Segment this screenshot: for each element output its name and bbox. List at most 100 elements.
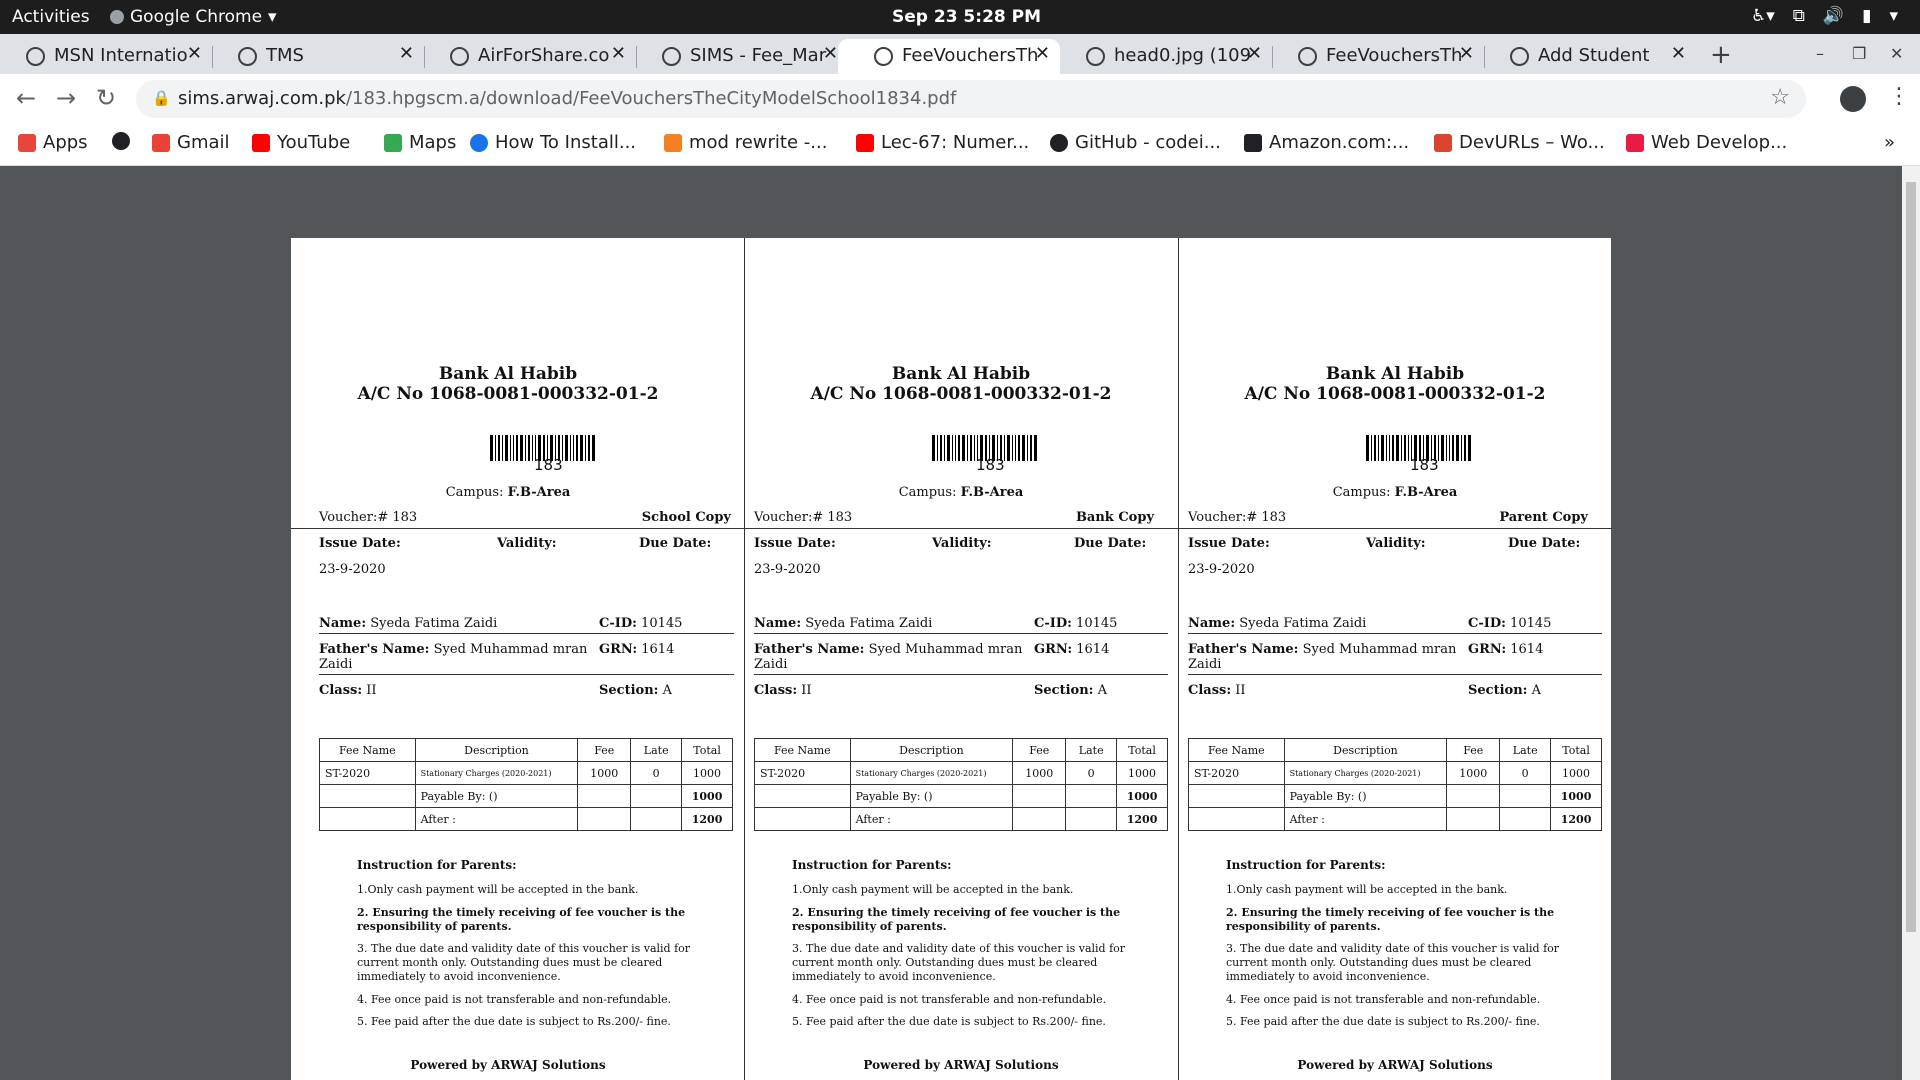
menu-kebab-icon[interactable]: ⋮ [1888,84,1910,109]
barcode-bar [1378,435,1379,461]
bookmark-star-icon[interactable]: ☆ [1770,85,1790,110]
table-row: ST-2020 Stationary Charges (2020-2021) 100… [319,761,733,785]
reload-button[interactable]: ↻ [96,84,116,112]
tab-close-icon[interactable]: ✕ [1035,43,1050,64]
barcode-number: 183 [534,456,563,474]
tab-close-icon[interactable]: ✕ [399,43,414,64]
back-button[interactable]: ← [16,84,36,112]
profile-avatar[interactable] [1840,86,1866,112]
barcode-bar [565,435,568,461]
bookmark-mod-rewrite[interactable]: mod rewrite -... [664,132,827,153]
chevron-down-icon[interactable]: ▾ [1889,6,1898,26]
tab-close-icon[interactable]: ✕ [611,43,626,64]
tab-favicon-icon [874,47,893,66]
campus: Campus: F.B-Area [291,485,725,500]
tab-1[interactable]: MSN Internatio ✕ [0,39,212,74]
bookmark-maps[interactable]: Maps [384,132,456,153]
bookmark-gmail[interactable]: Gmail [152,132,230,153]
bookmark-amazon-com[interactable]: Amazon.com:... [1244,132,1409,153]
pdf-scrollbar[interactable] [1902,166,1920,1080]
father-name-value-2: Zaidi [1188,657,1222,672]
new-tab-button[interactable]: + [1710,40,1732,70]
bookmark-globe[interactable] [112,132,130,150]
tab-title: AirForShare.co [478,45,610,66]
tab-8[interactable]: Add Student ✕ [1484,39,1696,74]
late-cell: 0 [1499,761,1552,785]
late-cell: 0 [630,761,683,785]
bookmark-web-develop[interactable]: Web Develop... [1626,132,1787,153]
header-divider [1178,528,1612,529]
tab-favicon-icon [26,47,45,66]
volume-icon[interactable]: 🔊 [1823,6,1844,26]
minimize-button[interactable]: – [1816,44,1824,63]
url-text[interactable]: sims.arwaj.com.pk/183.hpgscm.a/download/… [178,88,956,109]
devurls-icon [1434,133,1452,152]
tab-2[interactable]: TMS ✕ [212,39,424,74]
tab-5[interactable]: FeeVouchersTh ✕ [838,39,1060,74]
tab-close-icon[interactable]: ✕ [187,43,202,64]
youtube-icon [252,133,270,152]
father-name-label: Father's Name: [1188,642,1299,657]
column-header: Fee [1012,738,1067,762]
barcode-bar [1456,435,1459,461]
bookmark-github-codei[interactable]: GitHub - codei... [1050,132,1221,153]
total-cell: 1000 [1550,761,1602,785]
section-value: A [1097,683,1107,698]
fee-name-cell: ST-2020 [1188,761,1285,785]
bookmark-how-to-install[interactable]: How To Install... [470,132,636,153]
column-header: Fee Name [319,738,416,762]
close-window-button[interactable]: ✕ [1890,44,1903,63]
bookmark-lec-67-numer[interactable]: Lec-67: Numer... [856,132,1029,153]
tab-close-icon[interactable]: ✕ [1247,43,1262,64]
refresh-blue-icon [470,133,488,152]
empty-cell [577,784,632,808]
copy-label: School Copy [641,510,731,525]
bookmark-label: Web Develop... [1651,132,1788,153]
restore-button[interactable]: ❐ [1852,44,1866,63]
maps-pin-icon [384,133,402,152]
validity-label: Validity: [497,536,557,551]
class-value: II [1235,683,1246,698]
tab-6[interactable]: head0.jpg (109 ✕ [1060,39,1272,74]
battery-icon[interactable]: ▮ [1862,6,1871,26]
voucher-copy-2: Bank Al Habib A/C No 1068-0081-000332-01-… [744,238,1178,1080]
total-cell: 1000 [681,761,733,785]
tab-3[interactable]: AirForShare.co ✕ [424,39,636,74]
payable-by-cell: Payable By: () [849,784,1014,808]
grn-label: GRN: [1034,642,1073,657]
lock-icon[interactable]: 🔒 [152,89,171,107]
tab-close-icon[interactable]: ✕ [1671,43,1686,64]
class-label: Class: [319,683,363,698]
bookmark-apps[interactable]: Apps [18,132,88,153]
bookmarks-overflow-button[interactable]: » [1884,132,1895,153]
tab-close-icon[interactable]: ✕ [1459,43,1474,64]
bookmark-devurls-wo[interactable]: DevURLs – Wo... [1434,132,1605,153]
accessibility-icon[interactable]: ♿▾ [1751,6,1775,26]
barcode-bar [580,435,583,461]
forward-button[interactable]: → [56,84,76,112]
clock[interactable]: Sep 23 5:28 PM [892,7,1041,27]
activities-button[interactable]: Activities [12,7,90,27]
column-header: Total [1116,738,1168,762]
tab-7[interactable]: FeeVouchersTh ✕ [1272,39,1484,74]
instruction-item: 5. Fee paid after the due date is subjec… [357,1015,671,1029]
campus-value: F.B-Area [507,485,571,500]
system-tray[interactable]: ♿▾ ⧉ 🔊 ▮ ▾ [1751,6,1898,26]
barcode-bar [1461,435,1462,461]
name-divider [1188,633,1602,634]
bookmark-youtube[interactable]: YouTube [252,132,350,153]
network-icon[interactable]: ⧉ [1793,6,1805,26]
tab-title: FeeVouchersTh [902,45,1039,66]
app-menu[interactable]: Google Chrome ▾ [110,7,277,27]
address-bar[interactable]: 🔒 sims.arwaj.com.pk/183.hpgscm.a/downloa… [136,80,1806,118]
father-name-label: Father's Name: [319,642,430,657]
barcode-bar [970,435,972,461]
barcode-bar [1381,435,1384,461]
tab-4[interactable]: SIMS - Fee_Mar ✕ [636,39,848,74]
tab-close-icon[interactable]: ✕ [823,43,838,64]
table-row: ST-2020 Stationary Charges (2020-2021) 100… [754,761,1168,785]
fee-cell: 1000 [577,761,632,785]
scrollbar-thumb[interactable] [1906,182,1916,932]
section: Section: A [599,683,672,698]
tab-title: SIMS - Fee_Mar [690,45,827,66]
